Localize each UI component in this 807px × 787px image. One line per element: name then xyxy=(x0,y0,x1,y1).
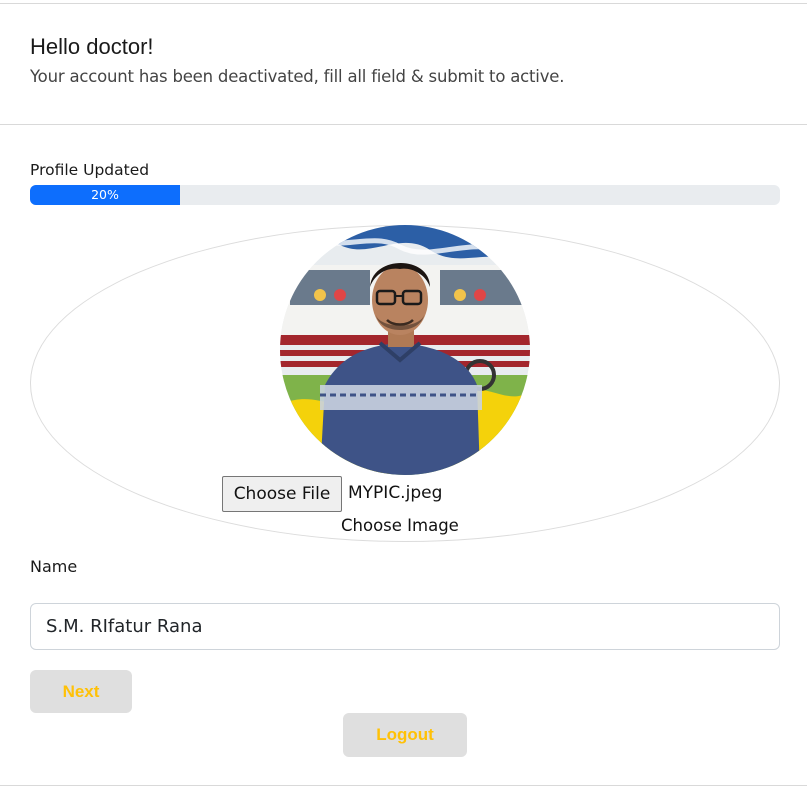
profile-photo-icon xyxy=(280,225,530,475)
name-label: Name xyxy=(30,557,78,576)
header-divider xyxy=(0,124,807,125)
progress-label: Profile Updated xyxy=(30,161,150,179)
page-subtitle: Your account has been deactivated, fill … xyxy=(30,67,565,86)
bottom-divider xyxy=(0,785,807,786)
page: Hello doctor! Your account has been deac… xyxy=(0,0,807,787)
next-button[interactable]: Next xyxy=(30,670,132,713)
logout-button[interactable]: Logout xyxy=(343,713,467,757)
page-title: Hello doctor! xyxy=(30,34,154,59)
progress-bar: 20% xyxy=(30,185,780,205)
name-input[interactable] xyxy=(30,603,780,650)
progress-bar-fill: 20% xyxy=(30,185,180,205)
selected-file-name: MYPIC.jpeg xyxy=(348,483,443,503)
choose-file-button[interactable]: Choose File xyxy=(222,476,342,512)
profile-photo xyxy=(280,225,530,475)
top-divider xyxy=(0,3,807,4)
choose-image-caption: Choose Image xyxy=(341,516,459,535)
